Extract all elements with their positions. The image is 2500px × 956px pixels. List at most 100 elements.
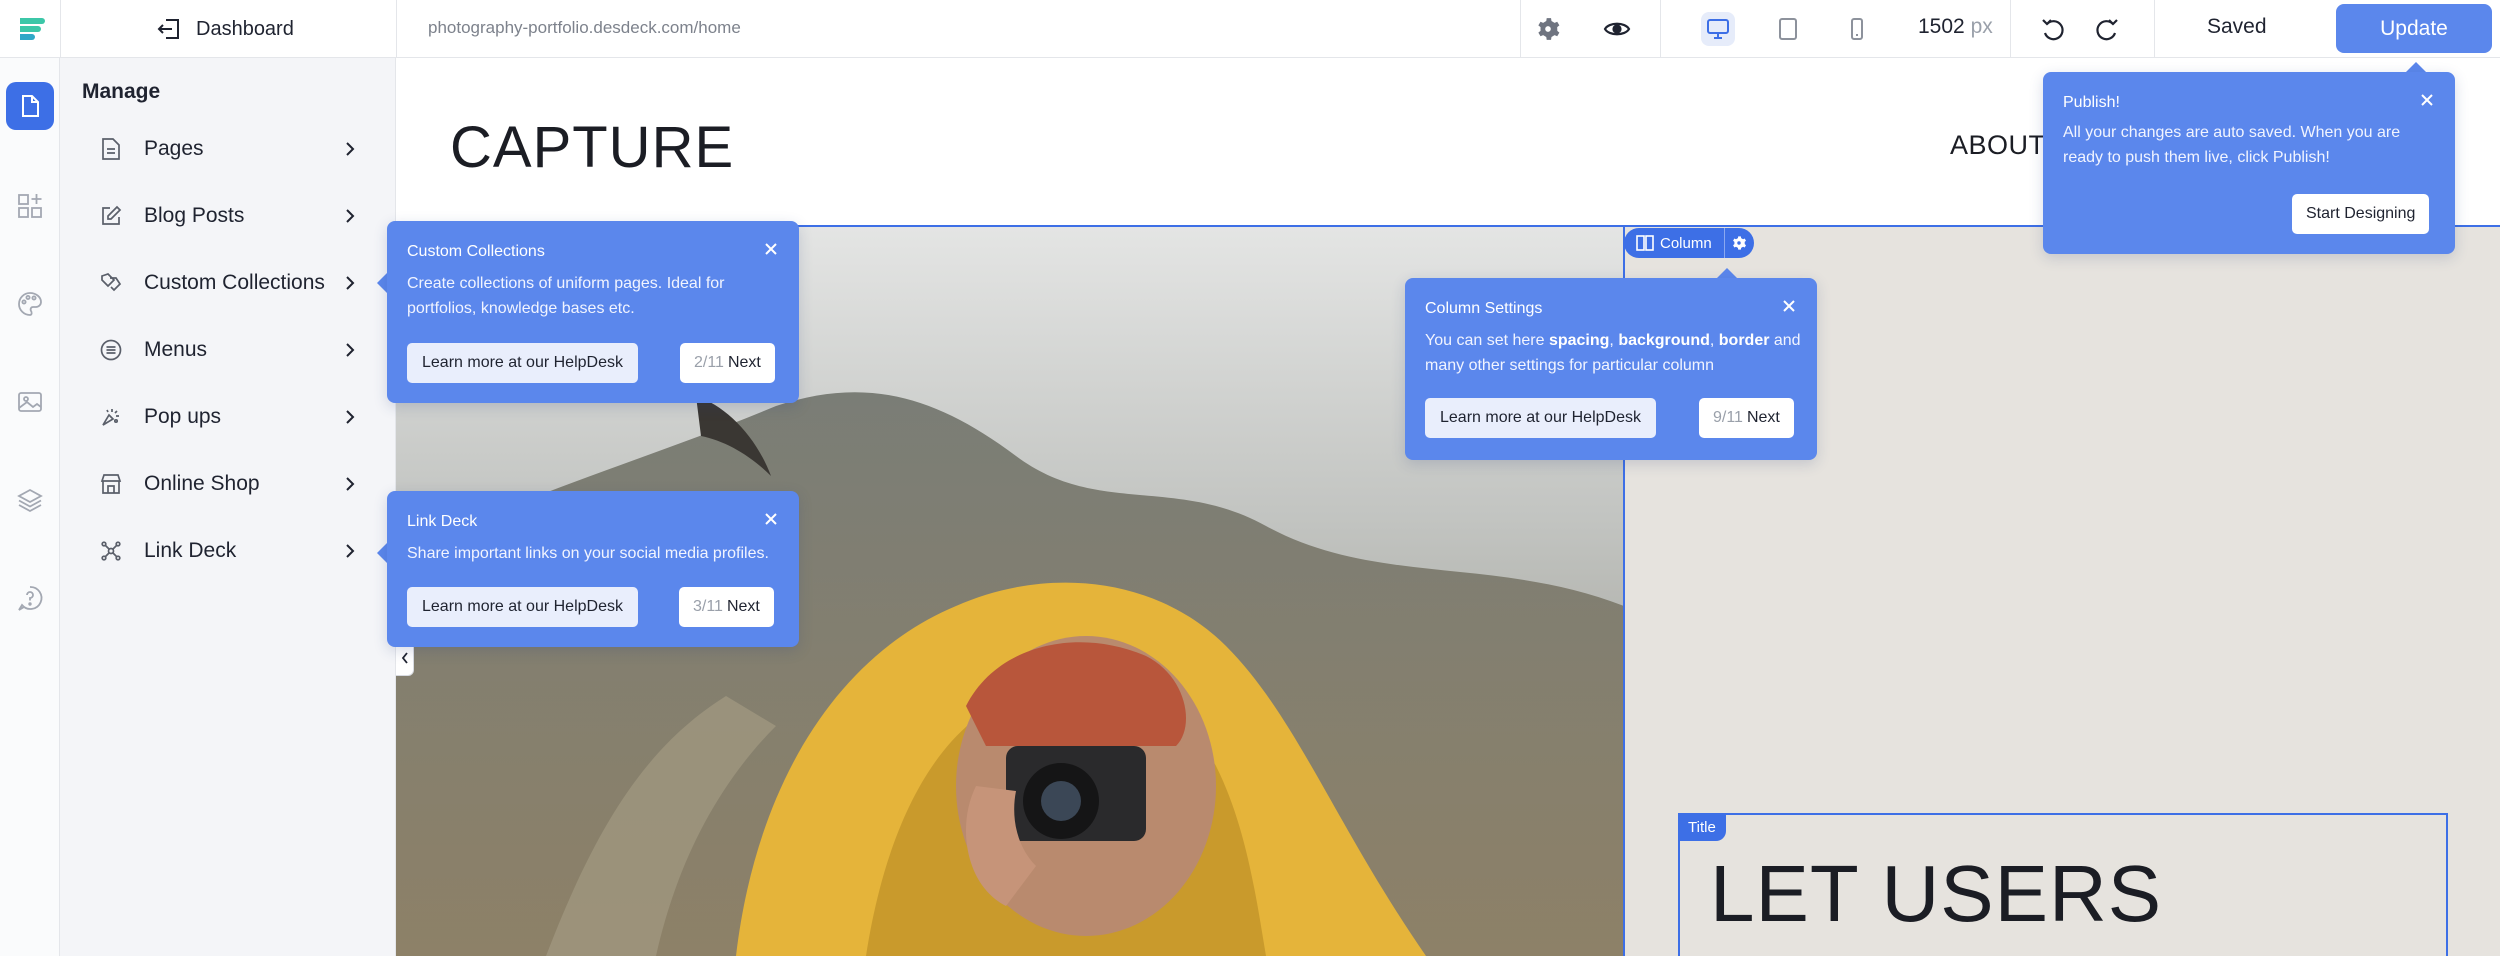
tooltip-separator: , (1709, 332, 1719, 349)
popup-icon (98, 404, 124, 430)
manage-item-pop-ups[interactable]: Pop ups (60, 389, 396, 445)
tooltip-title: Link Deck (407, 513, 478, 530)
edit-icon (98, 203, 124, 229)
mobile-view-button[interactable] (1840, 12, 1874, 46)
save-status: Saved (2207, 15, 2267, 38)
rail-widgets-button[interactable] (6, 182, 54, 230)
dashboard-link[interactable]: Dashboard (156, 14, 294, 44)
next-label: Next (727, 354, 761, 371)
tooltip-keyword: border (1718, 332, 1770, 349)
collections-icon (98, 270, 124, 296)
tooltip-arrow (1717, 268, 1737, 278)
page-icon (98, 136, 124, 162)
shop-icon (98, 471, 124, 497)
undo-icon (2042, 19, 2064, 41)
chevron-right-icon (342, 141, 358, 157)
chevron-right-icon (342, 208, 358, 224)
step-counter: 2/11 (694, 354, 724, 371)
gear-icon (1538, 18, 1560, 40)
canvas-width[interactable]: 1502 px (1918, 15, 1993, 39)
title-block-tag[interactable]: Title (1678, 813, 1726, 841)
tooltip-title: Column Settings (1425, 300, 1543, 317)
preview-button[interactable] (1600, 12, 1634, 46)
columns-icon (1636, 235, 1654, 251)
settings-button[interactable] (1531, 12, 1565, 46)
undo-button[interactable] (2036, 12, 2070, 46)
tooltip-body-text: You can set here (1425, 332, 1549, 349)
panel-title: Manage (82, 80, 161, 103)
layers-icon (17, 488, 43, 513)
column-badge[interactable]: Column (1624, 228, 1754, 258)
gear-icon (1733, 236, 1747, 250)
chevron-right-icon (342, 543, 358, 559)
chevron-right-icon (342, 342, 358, 358)
column-badge-label: Column (1660, 234, 1712, 252)
divider (2154, 0, 2155, 58)
step-counter: 3/11 (693, 598, 723, 615)
manage-panel: Manage Pages Blog Posts Custom Collectio… (60, 58, 396, 956)
close-icon[interactable] (1781, 298, 1797, 314)
desktop-view-button[interactable] (1701, 12, 1735, 46)
image-icon (18, 392, 42, 412)
manage-item-label: Online Shop (144, 472, 260, 495)
chevron-left-icon (401, 652, 408, 664)
rail-pages-button[interactable] (6, 82, 54, 130)
canvas-width-value: 1502 (1918, 15, 1965, 38)
tooltip-arrow (377, 273, 387, 293)
rail-help-button[interactable] (6, 574, 54, 622)
close-icon[interactable] (763, 511, 779, 527)
tooltip-body: You can set here spacing, background, bo… (1425, 328, 1805, 378)
next-button[interactable]: 2/11 Next (680, 343, 775, 383)
tooltip-title: Custom Collections (407, 243, 545, 260)
manage-item-label: Link Deck (144, 539, 237, 562)
manage-item-link-deck[interactable]: Link Deck (60, 523, 396, 579)
eye-icon (1603, 22, 1631, 36)
manage-item-pages[interactable]: Pages (60, 121, 396, 177)
start-designing-button[interactable]: Start Designing (2292, 194, 2430, 234)
next-label: Next (726, 598, 760, 615)
palette-icon (18, 292, 42, 316)
manage-item-custom-collections[interactable]: Custom Collections (60, 255, 396, 311)
manage-item-menus[interactable]: Menus (60, 322, 396, 378)
app-logo-icon[interactable] (14, 12, 48, 46)
manage-item-label: Menus (144, 338, 208, 361)
helpdesk-button[interactable]: Learn more at our HelpDesk (407, 587, 638, 627)
site-logo[interactable]: CAPTURE (450, 114, 734, 181)
close-icon[interactable] (2419, 92, 2435, 108)
tooltip-arrow (377, 543, 387, 563)
divider (1660, 0, 1661, 58)
hero-title[interactable]: LET USERS (1710, 848, 2162, 940)
close-icon[interactable] (763, 241, 779, 257)
tooltip-custom-collections: Custom Collections Create collections of… (387, 221, 799, 403)
page-icon (22, 95, 39, 117)
update-button[interactable]: Update (2336, 4, 2492, 53)
manage-item-label: Custom Collections (144, 271, 325, 294)
tooltip-keyword: background (1618, 332, 1710, 349)
next-button[interactable]: 9/11 Next (1699, 398, 1794, 438)
page-url: photography-portfolio.desdeck.com/home (428, 18, 741, 37)
tablet-view-button[interactable] (1771, 12, 1805, 46)
manage-item-label: Blog Posts (144, 204, 245, 227)
column-select-button[interactable]: Column (1624, 228, 1724, 258)
manage-item-blog-posts[interactable]: Blog Posts (60, 188, 396, 244)
rail-layers-button[interactable] (6, 476, 54, 524)
tooltip-publish: Publish! All your changes are auto saved… (2043, 72, 2455, 254)
helpdesk-button[interactable]: Learn more at our HelpDesk (407, 343, 638, 383)
redo-icon (2096, 19, 2118, 41)
manage-item-online-shop[interactable]: Online Shop (60, 456, 396, 512)
rail-design-button[interactable] (6, 280, 54, 328)
canvas-width-unit: px (1970, 15, 1993, 38)
tooltip-arrow (2406, 62, 2426, 72)
tooltip-body: Create collections of uniform pages. Ide… (407, 275, 725, 317)
widgets-icon (18, 194, 42, 218)
tooltip-body: All your changes are auto saved. When yo… (2063, 124, 2401, 166)
menu-icon (98, 337, 124, 363)
divider (60, 0, 61, 58)
rail-media-button[interactable] (6, 378, 54, 426)
next-button[interactable]: 3/11 Next (679, 587, 774, 627)
redo-button[interactable] (2090, 12, 2124, 46)
site-nav-about[interactable]: ABOUT (1950, 130, 2046, 161)
helpdesk-button[interactable]: Learn more at our HelpDesk (1425, 398, 1656, 438)
column-settings-button[interactable] (1723, 228, 1754, 258)
tooltip-title: Publish! (2063, 94, 2120, 111)
